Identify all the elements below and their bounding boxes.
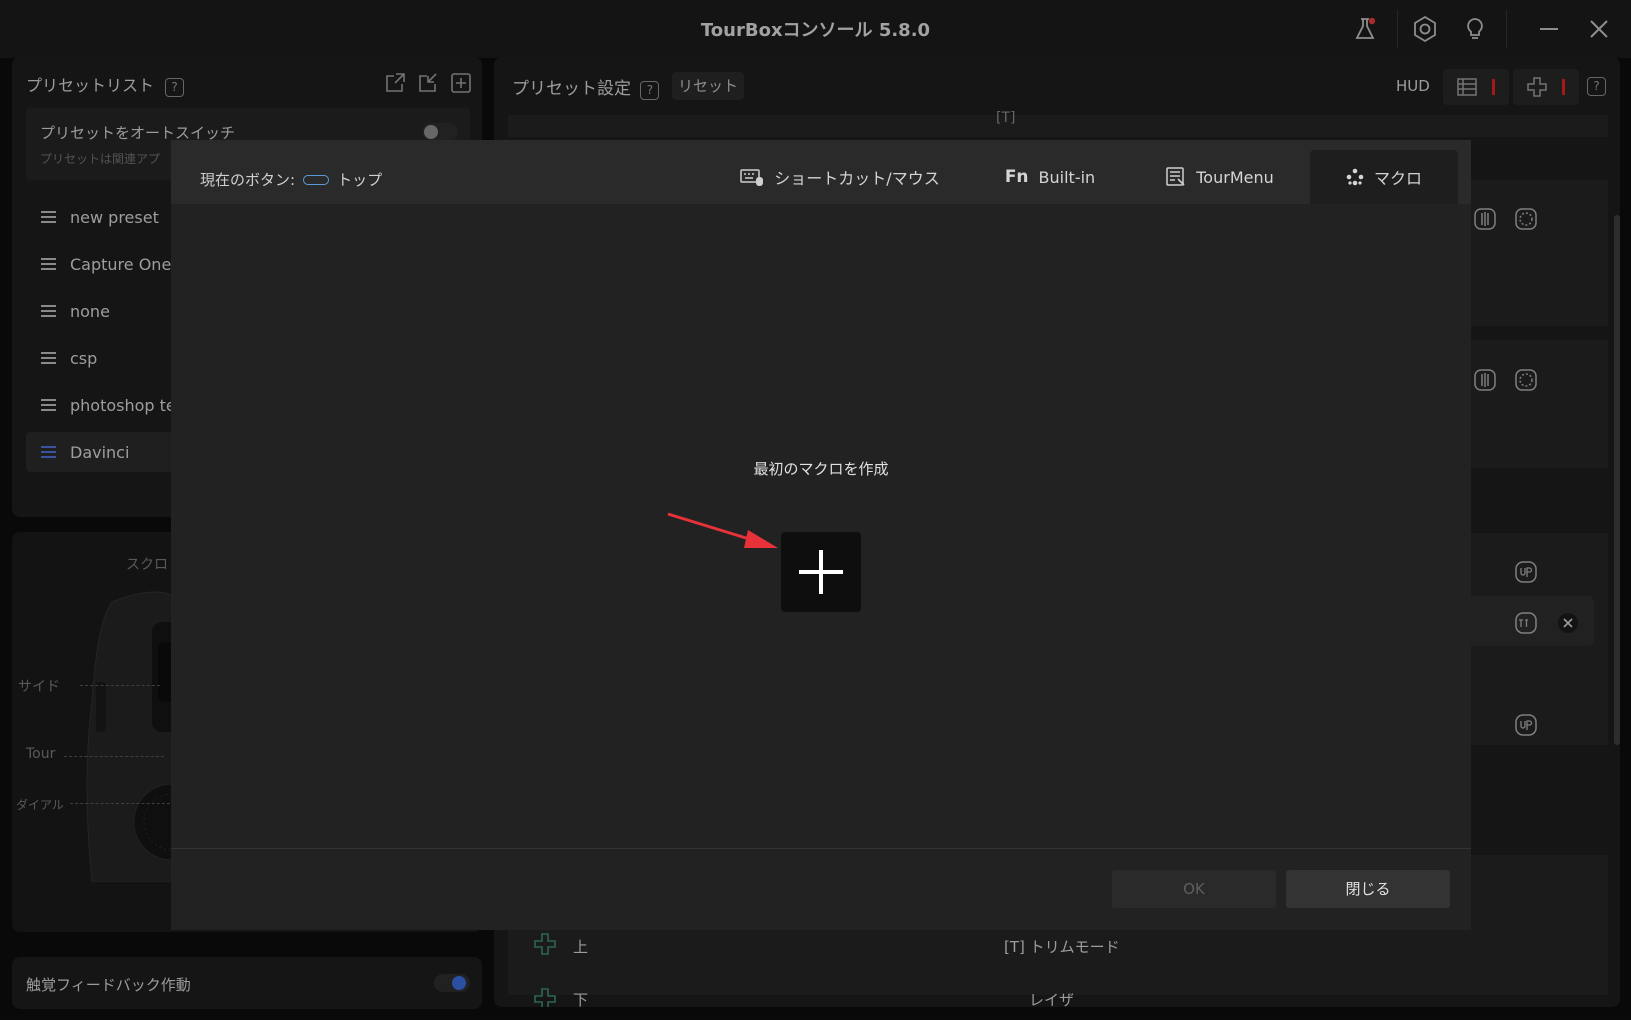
tab-built-in[interactable]: Fn Built-in xyxy=(995,150,1105,204)
pointer-arrow-annotation xyxy=(667,512,778,548)
fn-icon: Fn xyxy=(1004,167,1029,187)
close-button[interactable]: 閉じる xyxy=(1286,870,1450,908)
tourmenu-icon xyxy=(1166,167,1185,186)
current-button-name: トップ xyxy=(337,171,383,189)
ok-button[interactable]: OK xyxy=(1112,870,1276,908)
plus-icon xyxy=(799,550,843,594)
tab-macro[interactable]: マクロ xyxy=(1310,150,1458,204)
tab-label: Built-in xyxy=(1038,167,1096,187)
current-button-label: 現在のボタン: トップ xyxy=(200,169,382,190)
tab-label: マクロ xyxy=(1373,169,1422,188)
top-button-icon xyxy=(303,174,330,185)
tab-shortcut-mouse[interactable]: ショートカット/マウス xyxy=(735,150,945,204)
empty-state-caption: 最初のマクロを作成 xyxy=(753,460,889,478)
dialog-footer-divider xyxy=(171,848,1471,849)
current-button-caption: 現在のボタン: xyxy=(200,171,296,189)
tab-label: TourMenu xyxy=(1196,167,1274,187)
macro-icon xyxy=(1346,168,1364,186)
add-macro-button[interactable] xyxy=(781,532,861,612)
keyboard-mouse-icon xyxy=(740,169,764,186)
tab-label: ショートカット/マウス xyxy=(774,169,940,188)
tab-tourmenu[interactable]: TourMenu xyxy=(1155,150,1285,204)
